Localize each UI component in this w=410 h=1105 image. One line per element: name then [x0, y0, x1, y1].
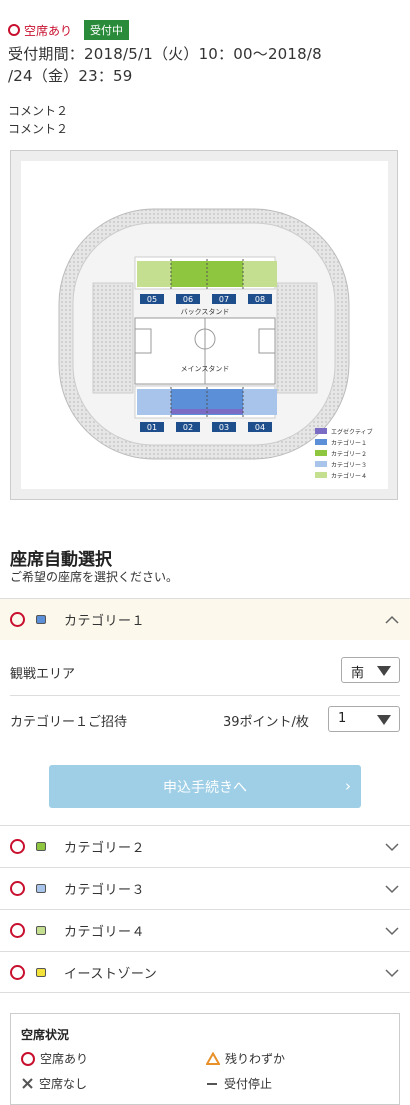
legend-few-left: 残りわずか [206, 1050, 285, 1067]
chevron-down-icon[interactable] [384, 965, 400, 981]
reception-period: 受付期間：2018/5/1（火）10：00〜2018/8 /24（金）23：59 [8, 43, 402, 87]
available-circle-icon [10, 964, 25, 980]
stadium-map-svg: 05 06 07 08 バックスタンド メインスタンド 01 02 03 04 … [58, 208, 373, 480]
chevron-up-icon[interactable] [384, 612, 400, 628]
legend-swatch-cat4 [315, 472, 327, 478]
main-stand-label: メインスタンド [181, 364, 230, 373]
invite-label: カテゴリー１ご招待 [10, 714, 128, 730]
accordion-category-3[interactable]: カテゴリー３ [0, 867, 410, 909]
accordion-category-2[interactable]: カテゴリー２ [0, 825, 410, 867]
category-color-square-icon [36, 615, 46, 624]
warning-triangle-icon [206, 1052, 220, 1065]
block-08-seats[interactable] [243, 261, 277, 287]
chevron-right-icon: › [345, 777, 351, 795]
legend-sold-out-label: 空席なし [39, 1077, 88, 1091]
block-label-07: 07 [219, 295, 229, 304]
quantity-select[interactable]: 1 [328, 706, 400, 732]
viewing-area-value: 南 [351, 666, 365, 681]
comment-2: コメント２ [8, 122, 69, 136]
legend-cat2: カテゴリー２ [331, 450, 367, 458]
viewing-area-label: 観戦エリア [10, 666, 76, 682]
quantity-value: 1 [338, 711, 347, 726]
category-color-square-icon [36, 884, 46, 893]
map-legend: エグゼクティブ カテゴリー１ カテゴリー２ カテゴリー３ カテゴリー４ [315, 428, 373, 480]
block-04-seats[interactable] [243, 389, 277, 415]
west-stand [92, 282, 134, 394]
legend-cat4: カテゴリー４ [331, 472, 367, 480]
legend-stopped-label: 受付停止 [224, 1077, 273, 1091]
block-label-04: 04 [255, 423, 265, 432]
dropdown-triangle-icon [377, 666, 391, 676]
viewing-area-select[interactable]: 南 [341, 657, 400, 683]
legend-stopped: 受付停止 [206, 1075, 272, 1092]
dropdown-triangle-icon [377, 715, 391, 725]
block-label-05: 05 [147, 295, 157, 304]
status-label: 空席あり [24, 23, 73, 38]
accepting-badge: 受付中 [84, 20, 130, 40]
legend-few-left-label: 残りわずか [225, 1052, 286, 1066]
apply-button-label: 申込手続きへ [163, 779, 247, 796]
period-line-2: /24（金）23：59 [8, 67, 133, 85]
available-circle-icon [10, 612, 25, 627]
block-label-02: 02 [183, 423, 193, 432]
block-07-seats[interactable] [207, 261, 243, 287]
available-circle-icon [10, 839, 25, 854]
category-4-label: カテゴリー４ [64, 925, 146, 940]
category-2-label: カテゴリー２ [64, 841, 146, 856]
availability-legend: 空席状況 空席あり 残りわずか 空席なし 受付停止 [10, 1013, 400, 1105]
accordion-category-4[interactable]: カテゴリー４ [0, 909, 410, 951]
legend-swatch-cat2 [315, 450, 327, 456]
back-stand-label: バックスタンド [181, 307, 230, 316]
divider [10, 695, 400, 696]
chevron-down-icon[interactable] [384, 923, 400, 939]
comment-1: コメント２ [8, 104, 69, 118]
available-circle-icon [8, 24, 20, 36]
chevron-down-icon[interactable] [384, 881, 400, 897]
legend-swatch-cat3 [315, 461, 327, 467]
category-3-label: カテゴリー３ [64, 883, 146, 898]
legend-cat1: カテゴリー１ [331, 439, 367, 447]
accordion-east-zone[interactable]: イーストゾーン [0, 951, 410, 993]
legend-cat3: カテゴリー３ [331, 461, 367, 469]
stadium-map: 05 06 07 08 バックスタンド メインスタンド 01 02 03 04 … [21, 161, 388, 489]
available-circle-icon [10, 881, 25, 896]
chevron-down-icon[interactable] [384, 839, 400, 855]
legend-swatch-executive [315, 428, 327, 434]
block-01-seats[interactable] [137, 389, 171, 415]
availability-status: 空席あり 受付中 [8, 20, 130, 40]
apply-button[interactable]: 申込手続きへ › [49, 765, 361, 808]
legend-available: 空席あり [21, 1050, 88, 1067]
legend-sold-out: 空席なし [21, 1075, 87, 1092]
seat-auto-select-title: 座席自動選択 [10, 550, 112, 570]
period-line-1: 受付期間：2018/5/1（火）10：00〜2018/8 [8, 45, 322, 63]
cross-icon [22, 1078, 33, 1089]
available-circle-icon [21, 1051, 35, 1066]
seat-auto-select-subtitle: ご希望の座席を選択ください。 [10, 570, 179, 584]
category-1-label: カテゴリー１ [64, 614, 146, 629]
category-color-square-icon [36, 967, 46, 977]
block-05-seats[interactable] [137, 261, 171, 287]
points-row: 39ポイント/枚 [223, 708, 323, 732]
east-zone-label: イーストゾーン [64, 966, 158, 982]
block-label-01: 01 [147, 423, 157, 432]
block-label-06: 06 [183, 295, 193, 304]
block-label-03: 03 [219, 423, 229, 432]
block-06-seats[interactable] [171, 261, 207, 287]
available-circle-icon [10, 923, 25, 938]
availability-legend-title: 空席状況 [21, 1028, 70, 1042]
stadium-map-frame: 05 06 07 08 バックスタンド メインスタンド 01 02 03 04 … [10, 150, 398, 500]
block-label-08: 08 [255, 295, 265, 304]
category-color-square-icon [36, 926, 46, 935]
category-color-square-icon [36, 842, 46, 851]
east-stand [276, 282, 318, 394]
legend-executive: エグゼクティブ [331, 428, 373, 436]
accordion-category-1[interactable]: カテゴリー１ [0, 598, 410, 640]
points-label: 39ポイント/枚 [223, 714, 309, 730]
legend-swatch-cat1 [315, 439, 327, 445]
dash-icon [207, 1083, 217, 1085]
legend-available-label: 空席あり [40, 1052, 89, 1066]
